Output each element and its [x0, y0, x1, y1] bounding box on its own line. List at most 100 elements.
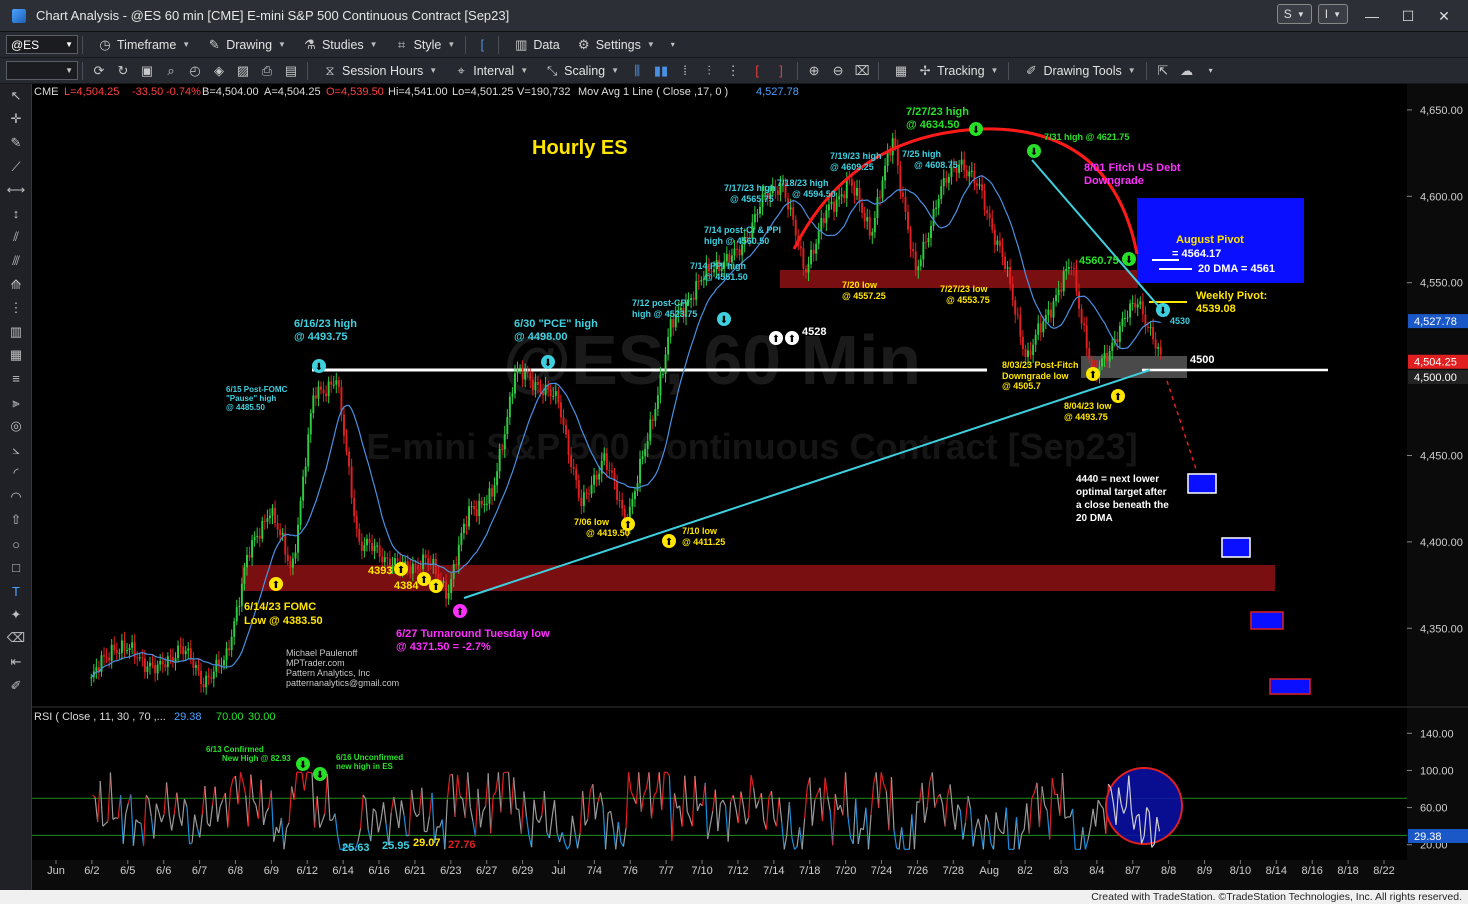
studies-menu[interactable]: ⚗ Studies ▼ [292, 34, 384, 56]
channel-icon[interactable]: ⫻ [0, 249, 32, 273]
arc-icon[interactable]: ◜ [0, 462, 32, 486]
candle-body [177, 645, 180, 659]
rectangle-icon[interactable]: □ [0, 556, 32, 580]
scroll-icon[interactable]: ◈ [210, 62, 228, 80]
bracket-left-icon[interactable]: [ [748, 62, 766, 80]
candle-body [1152, 327, 1155, 340]
annotation-label: 6/14/23 FOMC [244, 601, 316, 613]
more-icon[interactable]: ▾ [664, 36, 682, 54]
pointer-icon[interactable]: ↖ [0, 84, 32, 108]
annotation-label: Downgrade low [1002, 371, 1070, 381]
candle-body [914, 251, 917, 271]
crosshair-icon[interactable]: ✛ [0, 108, 32, 132]
zoom-reset-icon[interactable]: ⌧ [853, 62, 871, 80]
bars-wide-icon[interactable]: ▮▮ [652, 62, 670, 80]
candle-body [840, 194, 843, 197]
candle-body [409, 566, 412, 574]
chevron-down-icon: ▼ [447, 40, 456, 49]
fib-icon[interactable]: ⫽ [0, 226, 32, 250]
i-link-button[interactable]: I ▼ [1317, 4, 1348, 24]
bracket-icon[interactable]: [ [473, 36, 491, 54]
chart-svg[interactable]: 4,650.00 4,600.00 4,550.00 4,450.00 4,400.00… [32, 84, 1468, 890]
bars-expand-icon[interactable]: ⋮ [724, 62, 742, 80]
session-hours-menu[interactable]: ⧖ Session Hours ▼ [312, 60, 443, 82]
bars-narrow-icon[interactable]: ⁞ [676, 62, 694, 80]
pen-icon[interactable]: ✎ [0, 131, 32, 155]
image-icon[interactable]: ▨ [234, 62, 252, 80]
annotation-label: 7/14 post-Ci & PPI [704, 225, 781, 235]
circle-icon[interactable]: ○ [0, 532, 32, 556]
zoom-in-icon[interactable]: ⊕ [805, 62, 823, 80]
rsi-annotation-label: new high in ES [336, 762, 394, 771]
drawing-menu[interactable]: ✎ Drawing ▼ [196, 34, 292, 56]
arrows-in-icon[interactable]: ⇤ [0, 650, 32, 674]
candle-body [174, 658, 177, 663]
drawing-tools-menu[interactable]: ✐ Drawing Tools ▼ [1013, 60, 1141, 82]
zoom-out-icon[interactable]: ⊖ [829, 62, 847, 80]
candle-body [1062, 271, 1065, 292]
chart-area[interactable]: 4,650.00 4,600.00 4,550.00 4,450.00 4,400.00… [32, 84, 1468, 890]
cycle-lines-icon[interactable]: ◎ [0, 414, 32, 438]
interval-menu[interactable]: ⌖ Interval ▼ [443, 60, 534, 82]
bracket-right-icon[interactable]: ] [772, 62, 790, 80]
price-tick-label: 4,650.00 [1420, 105, 1463, 117]
fib-time-icon[interactable]: ▦ [0, 344, 32, 368]
style-menu[interactable]: ⌗ Style ▼ [384, 34, 462, 56]
andrews-pitchfork-icon[interactable]: ⫸ [0, 391, 32, 415]
candle-body [1042, 321, 1045, 333]
candle-body [904, 196, 907, 212]
candle-body [519, 367, 522, 369]
candle-body [103, 655, 106, 657]
arrow-icon[interactable]: ⇧ [0, 509, 32, 533]
maximize-icon[interactable]: ☐ [1390, 4, 1426, 28]
annotation-label: 7/18/23 high [777, 178, 829, 188]
reload-icon[interactable]: ↻ [114, 62, 132, 80]
candle-body [970, 170, 973, 172]
trendline-icon[interactable]: ⟋ [0, 155, 32, 179]
eraser-icon[interactable]: ⌫ [0, 627, 32, 651]
regression-icon[interactable]: ⦣ [0, 438, 32, 462]
speed-lines-icon[interactable]: ⟰ [0, 273, 32, 297]
candle-body [113, 644, 116, 651]
window-icon[interactable]: ▣ [138, 62, 156, 80]
scaling-menu[interactable]: ⤡ Scaling ▼ [534, 60, 625, 82]
workspace-select[interactable]: ▼ [6, 61, 78, 80]
candle-body [1111, 342, 1114, 351]
settings-menu[interactable]: ⚙ Settings ▼ [566, 34, 661, 56]
notes-icon[interactable]: ▤ [282, 62, 300, 80]
s-label: S [1283, 7, 1292, 21]
highlighter-icon[interactable]: ✐ [0, 674, 32, 698]
text-icon[interactable]: T [0, 579, 32, 603]
chat-icon[interactable]: ☁ [1178, 62, 1196, 80]
tracking-menu[interactable]: ▦ ✢ Tracking ▼ [883, 60, 1004, 82]
print-icon[interactable]: ⎙ [258, 62, 276, 80]
studies-label: Studies [321, 37, 364, 52]
bars-icon[interactable]: ⫼ [628, 62, 646, 80]
fib-retracement-icon[interactable]: ⋮ [0, 296, 32, 320]
candle-body [187, 648, 190, 651]
candle-body [498, 449, 501, 472]
refresh-icon[interactable]: ⟳ [90, 62, 108, 80]
separator [498, 35, 500, 54]
s-link-button[interactable]: S ▼ [1276, 4, 1312, 24]
zoom-window-icon[interactable]: ⌕ [162, 62, 180, 80]
close-icon[interactable]: ✕ [1426, 4, 1462, 28]
ellipse-tool-icon[interactable]: ◠ [0, 485, 32, 509]
magic-wand-icon[interactable]: ✦ [0, 603, 32, 627]
export-icon[interactable]: ⇱ [1154, 62, 1172, 80]
vertical-arrows-icon[interactable]: ↕ [0, 202, 32, 226]
data-menu[interactable]: ▥ Data [503, 34, 565, 56]
bars-compress-icon[interactable]: ⫶ [700, 62, 718, 80]
fib-extension-icon[interactable]: ▥ [0, 320, 32, 344]
minimize-icon[interactable]: — [1354, 4, 1390, 28]
time-sync-icon[interactable]: ◴ [186, 62, 204, 80]
more-icon[interactable]: ▾ [1202, 62, 1220, 80]
candle-body [656, 395, 659, 410]
gann-fan-icon[interactable]: ≡ [0, 367, 32, 391]
candle-body [567, 434, 570, 456]
timeframe-menu[interactable]: ◷ Timeframe ▼ [87, 34, 196, 56]
candle-body [1101, 358, 1103, 367]
candle-body [506, 417, 509, 435]
horizontal-arrows-icon[interactable]: ⟷ [0, 178, 32, 202]
symbol-input[interactable]: @ES ▼ [6, 35, 78, 54]
